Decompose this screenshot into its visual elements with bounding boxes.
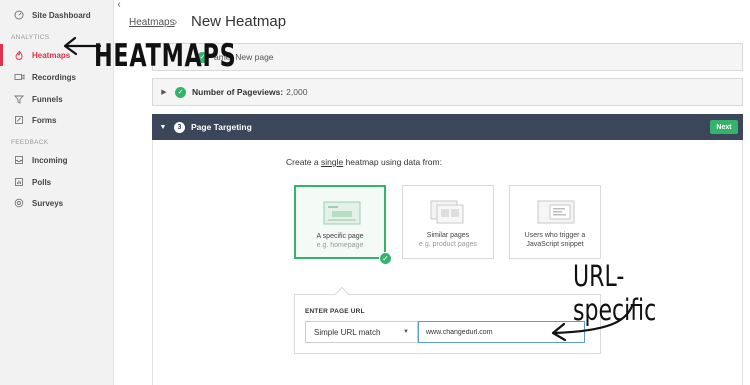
step-number-badge: 3 [174, 121, 185, 133]
sidebar-section-analytics: ANALYTICS [11, 34, 50, 41]
check-icon: ✓ [175, 86, 186, 98]
annotation-heatmaps: HEATMAPS [94, 38, 237, 74]
breadcrumb-heatmaps[interactable]: Heatmaps [129, 17, 175, 28]
sidebar-section-feedback: FEEDBACK [11, 139, 49, 146]
option-javascript-trigger-card[interactable]: Users who trigger a JavaScript snippet [509, 185, 601, 259]
step-page-targeting-header[interactable]: ▼ 3 Page Targeting Next [152, 114, 743, 140]
card-subtitle: e.g. homepage [316, 242, 364, 249]
sidebar-item-label: Surveys [32, 198, 64, 208]
step-pageviews-label: Number of Pageviews: [192, 87, 284, 97]
prompt-text: heatmap using data from: [343, 157, 442, 167]
annotation-arrow-url [551, 304, 634, 342]
form-icon [12, 113, 26, 127]
step-pageviews-value: 2,000 [286, 87, 308, 97]
option-similar-pages-card[interactable]: Similar pages e.g. product pages [402, 185, 494, 259]
step-name-row[interactable]: ✓ ame: New page [152, 43, 743, 71]
sidebar-item-surveys[interactable]: Surveys [0, 192, 114, 214]
multiple-pages-illustration-icon [430, 200, 464, 224]
sidebar-item-label: Recordings [32, 72, 77, 82]
dropdown-arrow-icon: ▼ [403, 329, 409, 335]
sidebar-item-site-dashboard[interactable]: Site Dashboard [0, 4, 114, 26]
inbox-icon [12, 153, 26, 167]
sidebar-item-label: Site Dashboard [32, 10, 91, 20]
poll-icon [12, 175, 26, 189]
targeting-prompt: Create a single heatmap using data from: [286, 157, 442, 167]
sidebar-item-label: Forms [32, 115, 57, 125]
sidebar-item-polls[interactable]: Polls [0, 171, 114, 193]
collapse-sidebar-icon[interactable]: ‹ [114, 0, 124, 12]
sidebar-item-label: Polls [32, 177, 52, 187]
option-specific-page-card[interactable]: A specific page e.g. homepage [294, 185, 386, 259]
expand-caret-icon: ▶ [161, 89, 167, 96]
card-title: Users who trigger a [524, 232, 586, 239]
breadcrumb-chevron-icon: › [173, 13, 178, 29]
survey-icon [12, 196, 26, 210]
code-snippet-illustration-icon [537, 200, 575, 224]
step-page-targeting-label: Page Targeting [191, 122, 252, 132]
funnel-icon [12, 92, 26, 106]
next-button[interactable]: Next [710, 120, 738, 134]
page-title: New Heatmap [191, 13, 287, 30]
collapse-caret-icon: ▼ [159, 123, 167, 131]
single-page-illustration-icon [323, 201, 361, 225]
sidebar-item-forms[interactable]: Forms [0, 109, 114, 131]
prompt-text: Create a [286, 157, 321, 167]
url-match-type-value: Simple URL match [314, 327, 381, 337]
card-subtitle: JavaScript snippet [526, 241, 584, 248]
card-title: A specific page [316, 233, 364, 240]
flame-icon [12, 48, 26, 62]
enter-page-url-label: ENTER PAGE URL [305, 308, 365, 315]
selected-check-icon: ✓ [379, 252, 392, 265]
dashboard-icon [12, 8, 26, 22]
step-pageviews-row[interactable]: ▶ ✓ Number of Pageviews: 2,000 [152, 78, 743, 106]
card-title: Similar pages [426, 232, 470, 239]
prompt-emphasis: single [320, 157, 344, 167]
sidebar-item-label: Incoming [32, 155, 68, 165]
sidebar-item-label: Funnels [32, 94, 63, 104]
sidebar-item-incoming[interactable]: Incoming [0, 149, 114, 171]
video-icon [12, 70, 26, 84]
card-subtitle: e.g. product pages [419, 241, 477, 248]
url-match-type-select[interactable]: Simple URL match ▼ [305, 321, 418, 343]
sidebar-item-funnels[interactable]: Funnels [0, 88, 114, 110]
